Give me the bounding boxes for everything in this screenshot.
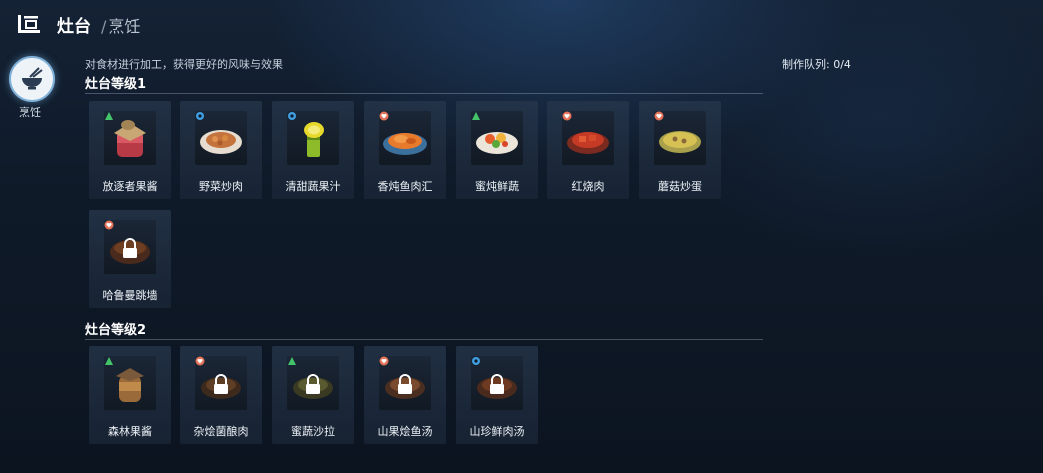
recipe-image (654, 111, 706, 165)
sidebar-tab-label: 烹饪 (19, 106, 41, 119)
description-text: 对食材进行加工，获得更好的风味与效果 (85, 58, 283, 71)
recipe-name: 放逐者果酱 (102, 180, 158, 193)
lock-icon (306, 374, 320, 394)
recipe-name: 山果烩鱼汤 (377, 425, 433, 438)
lock-icon (214, 374, 228, 394)
leaf-icon (472, 112, 480, 120)
recipe-image (195, 111, 247, 165)
recipe-image (287, 111, 339, 165)
recipe-image (195, 356, 247, 410)
leaf-icon (105, 112, 113, 120)
recipe-image (471, 111, 523, 165)
recipe-name: 清甜蔬果汁 (285, 180, 341, 193)
recipe-image (104, 220, 156, 274)
top-bar: 灶台 / 烹饪 (0, 0, 1043, 46)
section-divider (85, 93, 763, 94)
recipe-image (471, 356, 523, 410)
recipe-name: 香炖鱼肉汇 (377, 180, 433, 193)
lock-icon (490, 374, 504, 394)
recipe-name: 野菜炒肉 (199, 180, 243, 193)
recipe-card[interactable]: 红烧肉 (547, 101, 629, 199)
recipe-image (379, 356, 431, 410)
heart-icon (379, 111, 389, 121)
cooking-tab-circle (9, 56, 55, 102)
recipe-card[interactable]: 蘑菇炒蛋 (639, 101, 721, 199)
heart-icon (562, 111, 572, 121)
recipe-name: 红烧肉 (571, 180, 605, 193)
page-title: 灶台 (57, 17, 91, 37)
recipe-name: 山珍鲜肉汤 (469, 425, 525, 438)
recipe-name: 蜜炖鲜蔬 (475, 180, 519, 193)
craft-queue-status: 制作队列: 0/4 (782, 58, 851, 71)
recipe-card[interactable]: 山果烩鱼汤 (364, 346, 446, 444)
recipe-name: 杂烩菌酿肉 (193, 425, 249, 438)
recipe-card[interactable]: 清甜蔬果汁 (272, 101, 354, 199)
recipe-image (104, 111, 156, 165)
lock-icon (123, 238, 137, 258)
recipe-card[interactable]: 香炖鱼肉汇 (364, 101, 446, 199)
recipe-card[interactable]: 蜜炖鲜蔬 (456, 101, 538, 199)
recipe-image (562, 111, 614, 165)
recipe-card[interactable]: 野菜炒肉 (180, 101, 262, 199)
bowl-icon (22, 67, 43, 90)
stove-icon[interactable] (16, 13, 42, 35)
recipe-name: 蜜蔬沙拉 (291, 425, 335, 438)
leaf-icon (105, 357, 113, 365)
recipe-card[interactable]: 杂烩菌酿肉 (180, 346, 262, 444)
recipe-image (104, 356, 156, 410)
page-subtitle: / 烹饪 (101, 17, 141, 36)
recipe-card[interactable]: 放逐者果酱 (89, 101, 171, 199)
heart-icon (654, 111, 664, 121)
recipe-card[interactable]: 山珍鲜肉汤 (456, 346, 538, 444)
gear-icon (196, 112, 204, 120)
sidebar-tab-cooking[interactable]: 烹饪 (6, 54, 55, 119)
section-divider (85, 339, 763, 340)
section-title-level-1: 灶台等级1 (85, 77, 147, 92)
lock-icon (398, 374, 412, 394)
recipe-name: 蘑菇炒蛋 (658, 180, 702, 193)
recipe-name: 哈鲁曼跳墙 (102, 289, 158, 302)
recipe-image (287, 356, 339, 410)
recipe-card[interactable]: 森林果酱 (89, 346, 171, 444)
recipe-image (379, 111, 431, 165)
subtitle-text: 烹饪 (108, 17, 141, 36)
gear-icon (288, 112, 296, 120)
section-title-level-2: 灶台等级2 (85, 323, 147, 338)
recipe-card[interactable]: 蜜蔬沙拉 (272, 346, 354, 444)
recipe-card[interactable]: 哈鲁曼跳墙 (89, 210, 171, 308)
recipe-name: 森林果酱 (108, 425, 152, 438)
